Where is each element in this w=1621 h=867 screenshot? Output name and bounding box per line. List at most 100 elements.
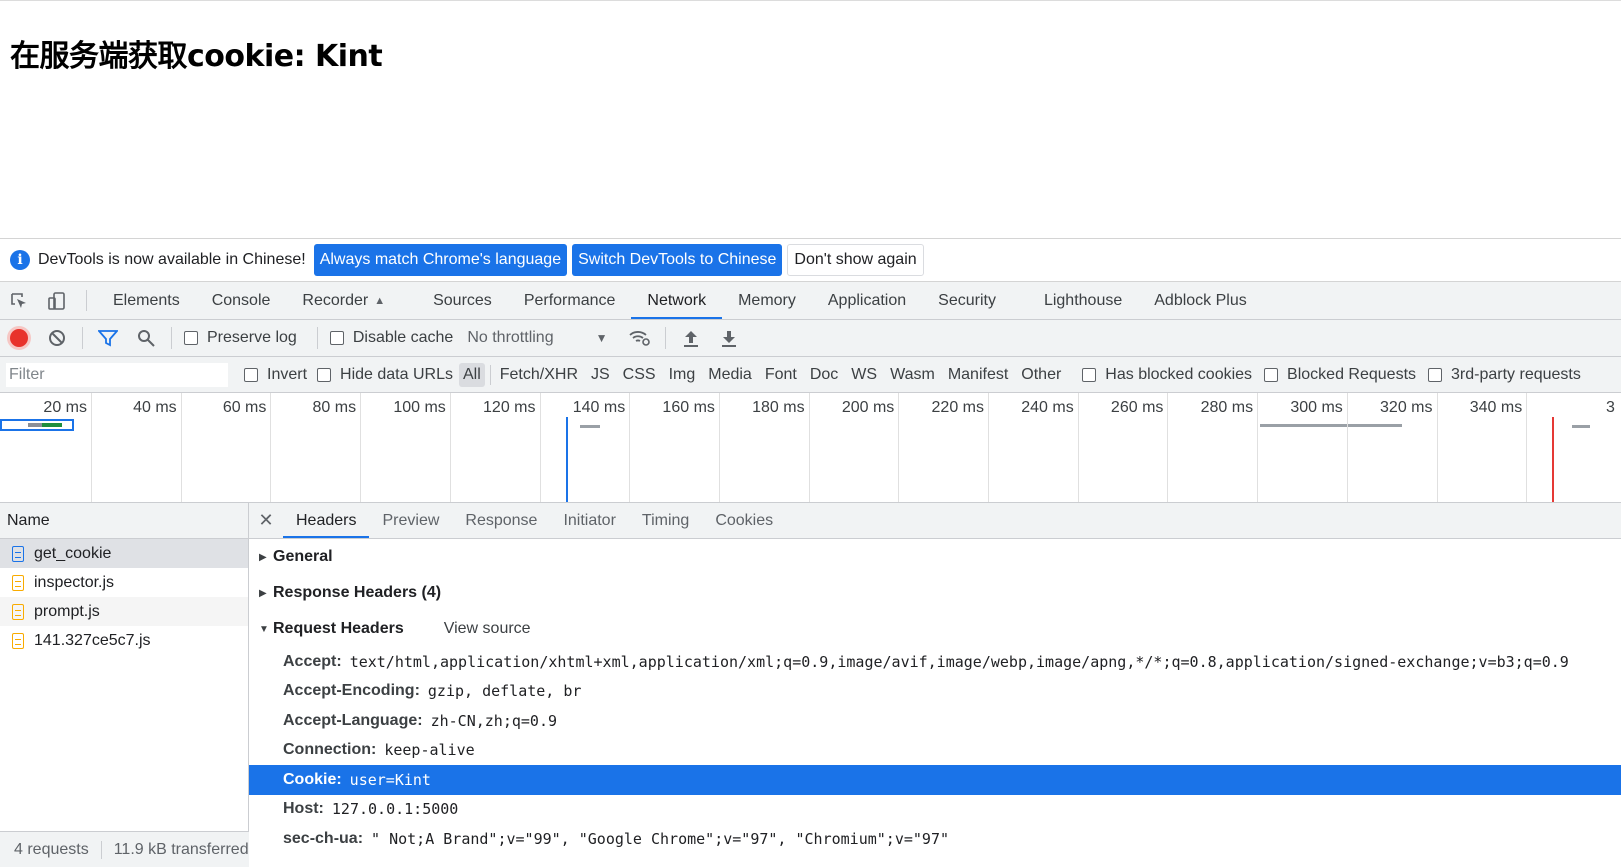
filter-type-all[interactable]: All (458, 362, 485, 387)
filter-input[interactable] (6, 362, 228, 387)
dom-content-loaded-marker (566, 417, 568, 502)
filter-toggle-button[interactable] (89, 320, 127, 357)
timeline-gridline (1526, 393, 1528, 502)
header-value: text/html,application/xhtml+xml,applicat… (349, 652, 1569, 671)
device-toolbar-icon[interactable] (38, 282, 76, 319)
request-name: 141.327ce5c7.js (34, 631, 151, 649)
detail-tab-timing[interactable]: Timing (629, 503, 702, 538)
tab-memory[interactable]: Memory (722, 282, 812, 319)
disable-cache-checkbox[interactable]: Disable cache (329, 329, 453, 347)
request-name: get_cookie (34, 544, 112, 562)
request-row[interactable]: 141.327ce5c7.js (0, 626, 248, 655)
general-section-toggle[interactable]: ▶ General (249, 539, 1621, 575)
has-blocked-cookies-checkbox[interactable]: Has blocked cookies (1082, 366, 1252, 384)
throttling-select[interactable]: No throttling ▼ (467, 329, 607, 347)
search-button[interactable] (127, 320, 165, 357)
timeline-tick-label: 40 ms (133, 399, 177, 416)
search-icon (138, 330, 155, 347)
request-header-row[interactable]: Host: 127.0.0.1:5000 (249, 795, 1621, 825)
network-overview-timeline[interactable]: 20 ms 40 ms 60 ms 80 ms 100 ms 120 ms 140 ms 16… (0, 393, 1621, 503)
switch-to-chinese-button[interactable]: Switch DevTools to Chinese (572, 244, 783, 276)
detail-tab-cookies[interactable]: Cookies (702, 503, 786, 538)
request-detail-panel: ✕ Headers Preview Response Initiator Timing C… (249, 503, 1621, 867)
filter-type-js[interactable]: JS (587, 363, 614, 387)
third-party-requests-checkbox[interactable]: 3rd-party requests (1428, 366, 1581, 384)
filter-type-manifest[interactable]: Manifest (944, 363, 1012, 387)
invert-checkbox[interactable]: Invert (244, 366, 307, 384)
request-header-row[interactable]: Cookie: user=Kint (249, 765, 1621, 795)
request-name: prompt.js (34, 602, 100, 620)
load-event-marker (1552, 417, 1554, 502)
response-headers-section-toggle[interactable]: ▶ Response Headers (4) (249, 575, 1621, 611)
request-header-row[interactable]: sec-ch-ua: " Not;A Brand";v="99", "Google… (249, 824, 1621, 854)
request-list: Name get_cookie inspector.js prompt.js 141.… (0, 503, 249, 867)
request-header-row[interactable]: Accept-Encoding: gzip, deflate, br (249, 677, 1621, 707)
filter-type-img[interactable]: Img (665, 363, 700, 387)
filter-type-css[interactable]: CSS (619, 363, 660, 387)
filter-type-media[interactable]: Media (704, 363, 756, 387)
view-source-link[interactable]: View source (444, 620, 531, 638)
filter-type-wasm[interactable]: Wasm (886, 363, 939, 387)
hide-data-urls-checkbox[interactable]: Hide data URLs (317, 366, 453, 384)
timeline-tick-label-cut: 3 (1606, 399, 1615, 416)
wifi-settings-icon (629, 331, 651, 346)
script-file-icon (12, 632, 24, 649)
header-name: Accept-Language: (283, 711, 423, 729)
clear-icon (49, 330, 65, 346)
inspect-element-icon[interactable] (0, 282, 38, 319)
devtools-tabbar: Elements Console Recorder ▲ Sources Performan… (0, 282, 1621, 320)
request-row[interactable]: get_cookie (0, 539, 248, 568)
timeline-tick-label: 60 ms (222, 399, 267, 416)
always-match-language-button[interactable]: Always match Chrome's language (313, 244, 568, 276)
toolbar-divider (82, 327, 83, 349)
import-har-button[interactable] (672, 320, 710, 357)
tab-network[interactable]: Network (631, 282, 722, 319)
close-icon[interactable]: ✕ (249, 503, 283, 538)
timeline-tick-label: 120 ms (483, 399, 536, 416)
tab-security[interactable]: Security (922, 282, 1012, 319)
tab-label: Network (647, 291, 707, 309)
record-button[interactable] (0, 320, 38, 357)
filter-type-other[interactable]: Other (1017, 363, 1065, 387)
expand-arrow-icon: ▶ (259, 587, 267, 599)
detail-tab-response[interactable]: Response (452, 503, 550, 538)
timeline-tick-label: 160 ms (662, 399, 715, 416)
header-value: 127.0.0.1:5000 (331, 800, 459, 819)
preserve-log-checkbox[interactable]: Preserve log (184, 329, 297, 347)
network-conditions-button[interactable] (621, 320, 659, 357)
request-bar-segment (28, 423, 42, 427)
blocked-requests-checkbox[interactable]: Blocked Requests (1264, 366, 1416, 384)
export-har-button[interactable] (710, 320, 748, 357)
tab-console[interactable]: Console (196, 282, 287, 319)
detail-tab-initiator[interactable]: Initiator (550, 503, 628, 538)
request-row[interactable]: inspector.js (0, 568, 248, 597)
tab-performance[interactable]: Performance (508, 282, 632, 319)
dont-show-again-button[interactable]: Don't show again (787, 244, 924, 276)
tab-elements[interactable]: Elements (97, 282, 196, 319)
request-row[interactable]: prompt.js (0, 597, 248, 626)
tab-adblock-plus[interactable]: Adblock Plus (1138, 282, 1263, 319)
tab-lighthouse[interactable]: Lighthouse (1028, 282, 1138, 319)
request-headers-section-toggle[interactable]: ▼ Request Headers View source (249, 611, 1621, 647)
header-value: keep-alive (384, 741, 475, 760)
header-name: Host: (283, 800, 324, 818)
tab-label: Application (827, 291, 907, 309)
request-header-row[interactable]: Accept: text/html,application/xhtml+xml,a… (249, 647, 1621, 677)
request-header-row[interactable]: Connection: keep-alive (249, 736, 1621, 766)
request-header-row[interactable]: Accept-Language: zh-CN,zh;q=0.9 (249, 706, 1621, 736)
tab-application[interactable]: Application (812, 282, 922, 319)
expand-arrow-icon: ▶ (259, 551, 267, 563)
clear-button[interactable] (38, 320, 76, 357)
tab-recorder[interactable]: Recorder ▲ (286, 282, 401, 319)
detail-tab-preview[interactable]: Preview (369, 503, 452, 538)
timeline-tick-label: 80 ms (312, 399, 357, 416)
filter-type-fetch-xhr[interactable]: Fetch/XHR (496, 363, 582, 387)
filter-icon (98, 330, 118, 347)
filter-type-font[interactable]: Font (761, 363, 801, 387)
collapse-arrow-icon: ▼ (259, 623, 269, 635)
filter-type-doc[interactable]: Doc (806, 363, 842, 387)
detail-tab-headers[interactable]: Headers (283, 503, 370, 538)
tab-sources[interactable]: Sources (417, 282, 508, 319)
filter-type-ws[interactable]: WS (847, 363, 881, 387)
name-column-header[interactable]: Name (0, 503, 248, 539)
